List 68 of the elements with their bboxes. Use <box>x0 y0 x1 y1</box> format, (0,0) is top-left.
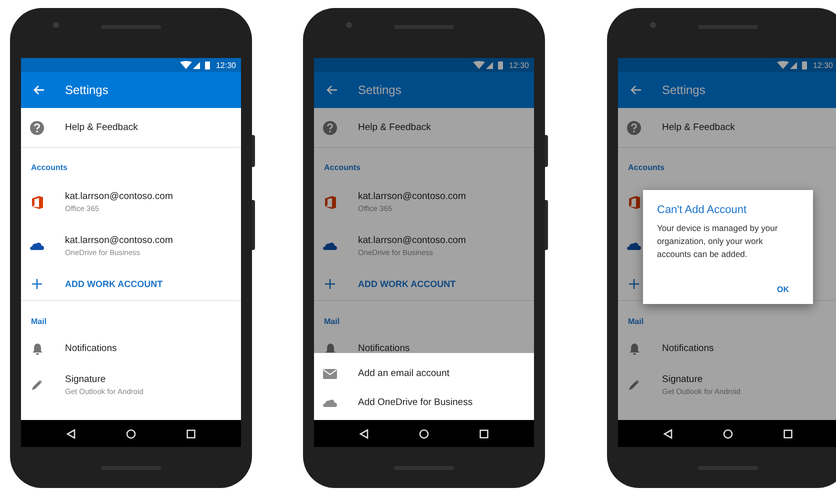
help-icon <box>30 120 44 134</box>
dialog-message: Your device is managed by your organization, only your work accounts can be added. <box>657 222 779 261</box>
envelope-icon <box>323 368 337 378</box>
setting-label: Notifications <box>662 343 714 354</box>
screen-title: Settings <box>662 83 706 97</box>
pen-icon <box>31 379 43 391</box>
help-icon <box>323 120 337 134</box>
cloud-icon <box>627 242 641 250</box>
section-header: Accounts <box>628 163 664 172</box>
office-logo-icon <box>32 196 42 208</box>
cloud-icon <box>323 398 337 406</box>
section-header: Accounts <box>31 163 68 172</box>
plus-icon <box>325 279 335 289</box>
setting-label: kat.larrson@contoso.com <box>65 235 173 246</box>
section-header: Mail <box>628 317 644 326</box>
home-icon[interactable] <box>419 428 429 438</box>
status-icons <box>180 60 212 70</box>
setting-label: Help & Feedback <box>358 122 431 133</box>
plus-icon <box>32 279 42 289</box>
section-header: Mail <box>324 317 340 326</box>
setting-label: Signature <box>662 374 704 385</box>
cloud-icon <box>323 242 337 250</box>
back-arrow-icon[interactable] <box>630 85 642 95</box>
setting-label: Help & Feedback <box>65 122 138 133</box>
setting-label: kat.larrson@contoso.com <box>65 191 173 202</box>
back-arrow-icon[interactable] <box>33 85 45 95</box>
office-logo-icon <box>324 196 336 208</box>
status-time: 12:30 <box>812 60 833 70</box>
home-icon[interactable] <box>126 428 136 438</box>
setting-label: Notifications <box>65 343 117 354</box>
back-arrow-icon[interactable] <box>326 85 338 95</box>
back-icon[interactable] <box>663 428 673 438</box>
section-header: Accounts <box>324 163 360 172</box>
dialog-title: Can't Add Account <box>657 204 748 216</box>
status-time: 12:30 <box>508 60 529 70</box>
sheet-option[interactable]: Add OneDrive for Business <box>358 397 473 408</box>
screen-title: Settings <box>358 83 402 97</box>
add-account-link[interactable]: ADD WORK ACCOUNT <box>65 279 163 289</box>
ok-button[interactable]: OK <box>775 283 791 296</box>
plus-icon <box>629 279 639 289</box>
bell-icon <box>628 342 640 354</box>
help-icon <box>627 120 641 134</box>
recents-icon[interactable] <box>186 428 196 438</box>
status-time: 12:30 <box>216 60 236 70</box>
section-header: Mail <box>31 317 47 326</box>
cloud-icon <box>30 242 44 250</box>
status-icons <box>472 60 505 70</box>
back-icon[interactable] <box>359 428 369 438</box>
camera-icon <box>346 22 352 28</box>
camera-icon <box>650 22 656 28</box>
recents-icon[interactable] <box>783 428 793 438</box>
home-icon[interactable] <box>723 428 733 438</box>
office-logo-icon <box>628 196 640 208</box>
sheet-option[interactable]: Add an email account <box>358 368 450 379</box>
recents-icon[interactable] <box>479 428 489 438</box>
setting-label: kat.larrson@contoso.com <box>358 191 466 202</box>
setting-label: kat.larrson@contoso.com <box>358 235 466 246</box>
screen-title: Settings <box>65 83 108 97</box>
bell-icon <box>324 342 336 354</box>
bell-icon <box>32 342 42 354</box>
pen-icon <box>628 379 640 391</box>
setting-label: Notifications <box>358 343 410 354</box>
add-account-link[interactable]: ADD WORK ACCOUNT <box>358 279 456 289</box>
setting-label: Help & Feedback <box>662 122 735 133</box>
camera-icon <box>53 22 59 28</box>
setting-label: Signature <box>65 374 107 385</box>
status-icons <box>776 60 809 70</box>
back-icon[interactable] <box>66 428 76 438</box>
